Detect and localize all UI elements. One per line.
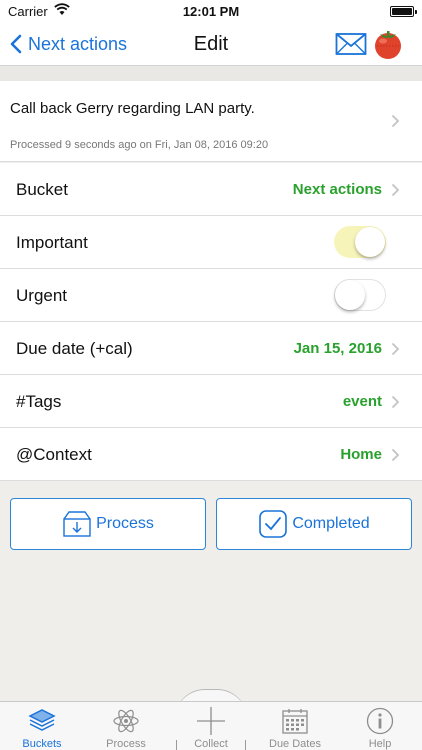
urgent-row: Urgent [0, 269, 422, 322]
checkbox-checked-icon [259, 510, 288, 538]
tab-label: Collect [194, 738, 228, 750]
due-date-row[interactable]: Due date (+cal) Jan 15, 2016 [0, 322, 422, 375]
tab-separator [176, 740, 177, 750]
tab-label: Due Dates [269, 738, 321, 750]
info-icon [366, 707, 394, 735]
tab-label: Buckets [22, 738, 62, 750]
important-toggle[interactable] [334, 226, 386, 258]
chevron-right-icon [391, 114, 400, 128]
important-row: Important [0, 216, 422, 269]
chevron-right-icon [391, 342, 400, 356]
bucket-value: Next actions [292, 181, 382, 198]
toggle-knob [335, 280, 365, 310]
completed-button-label: Completed [292, 515, 370, 532]
tab-buckets[interactable]: Buckets [0, 702, 84, 750]
context-label: @Context [16, 445, 92, 464]
context-value: Home [340, 446, 382, 463]
due-date-label: Due date (+cal) [16, 339, 133, 358]
chevron-right-icon [391, 448, 400, 462]
urgent-label: Urgent [16, 286, 68, 305]
status-bar: Carrier 12:01 PM [0, 0, 422, 22]
tab-collect[interactable]: Collect [169, 702, 253, 750]
process-button[interactable]: Process [10, 498, 206, 550]
tab-help[interactable]: Help [338, 702, 422, 750]
tab-due-dates[interactable]: Due Dates [253, 702, 337, 750]
important-label: Important [16, 233, 88, 252]
process-button-label: Process [96, 515, 154, 532]
header-divider-band [0, 66, 422, 81]
nav-bar: Next actions Edit [0, 22, 422, 66]
tags-label: #Tags [16, 392, 62, 411]
stack-icon [28, 709, 56, 731]
task-processed-meta: Processed 9 seconds ago on Fri, Jan 08, … [10, 139, 269, 151]
mail-icon[interactable] [335, 31, 367, 57]
tomato-timer-icon[interactable] [372, 28, 404, 60]
calendar-icon [282, 709, 308, 734]
inbox-download-icon [63, 511, 91, 537]
plus-icon [197, 707, 225, 735]
context-row[interactable]: @Context Home [0, 428, 422, 481]
chevron-right-icon [391, 183, 400, 197]
chevron-right-icon [391, 395, 400, 409]
tab-label: Process [106, 738, 146, 750]
tab-separator [245, 740, 246, 750]
bucket-label: Bucket [16, 180, 68, 199]
task-card[interactable]: Call back Gerry regarding LAN party. Pro… [0, 81, 422, 162]
tab-process[interactable]: Process [84, 702, 168, 750]
atom-icon [113, 709, 139, 733]
task-title: Call back Gerry regarding LAN party. [10, 100, 255, 117]
tags-row[interactable]: #Tags event [0, 375, 422, 428]
tags-value: event [342, 393, 382, 410]
battery-icon [390, 6, 417, 17]
due-date-value: Jan 15, 2016 [293, 340, 382, 357]
urgent-toggle[interactable] [334, 279, 386, 311]
completed-button[interactable]: Completed [216, 498, 412, 550]
toggle-knob [355, 227, 385, 257]
bucket-row[interactable]: Bucket Next actions [0, 163, 422, 216]
tab-bar: Buckets Process Collect Due Dates Help [0, 701, 422, 750]
status-time: 12:01 PM [182, 4, 240, 19]
tab-label: Help [368, 738, 392, 750]
